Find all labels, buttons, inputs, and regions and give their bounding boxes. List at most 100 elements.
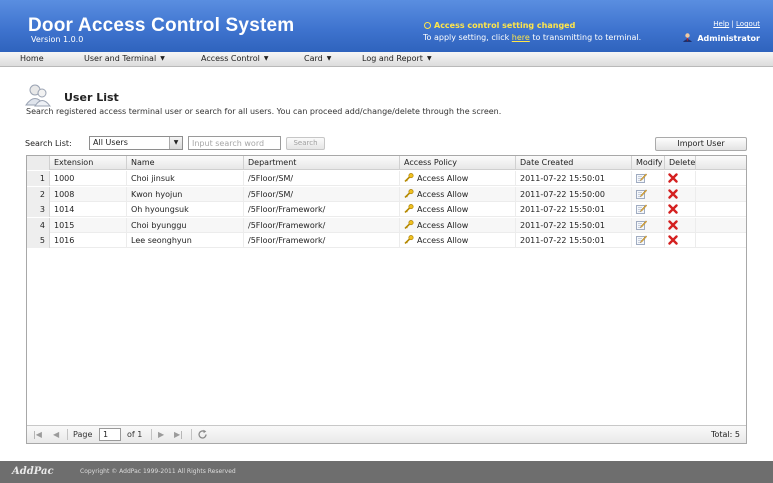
apply-here-link[interactable]: here [512,33,530,42]
page-label: Page [73,430,93,439]
delete-x-icon[interactable] [668,188,678,199]
cell-access-policy-text: Access Allow [417,189,469,199]
cell-access-policy: Access Allow [400,186,516,202]
header-delete: Delete [665,156,696,170]
footer-copyright: Copyright © AddPac 1999-2011 All Rights … [80,468,236,475]
cell-name: Lee seonghyun [127,233,244,248]
menu-card-label: Card [304,54,323,63]
cell-extension-text: 1000 [54,174,75,183]
table-row[interactable]: 5 1016 Lee seonghyun/5Floor/Framework/Acce… [27,233,746,248]
cell-department: /5Floor/SM/ [244,171,400,186]
cell-extension-text: 1015 [54,220,75,230]
menu-card[interactable]: Card ▼ [304,54,331,63]
prev-page-icon[interactable]: ◀ [53,430,59,439]
row-number: 5 [27,233,50,248]
first-page-icon[interactable]: |◀ [33,430,42,439]
search-button[interactable]: Search [286,137,325,150]
edit-icon[interactable] [636,235,647,245]
header-extension[interactable]: Extension [50,156,127,170]
row-number: 1 [27,171,50,186]
header-department[interactable]: Department [244,156,400,170]
menu-user-and-terminal[interactable]: User and Terminal ▼ [84,54,165,63]
pager-separator [191,429,192,440]
cell-extension: 1015 [50,217,127,233]
row-number-text: 5 [39,236,45,245]
help-link[interactable]: Help [713,20,729,28]
current-user-name: Administrator [697,34,760,43]
cell-date-created: 2011-07-22 15:50:01 [516,171,632,186]
cell-extension: 1016 [50,233,127,248]
cell-delete [665,186,696,202]
cell-extension-text: 1014 [54,205,75,214]
chevron-down-icon: ▼ [426,55,432,62]
table-row[interactable]: 4 1015 Choi byunggu/5Floor/Framework/Acces… [27,217,746,233]
page-number-input[interactable]: 1 [99,428,121,441]
cell-date-created-text: 2011-07-22 15:50:00 [520,189,605,199]
page-title: User List [64,91,119,104]
pagination-bar: |◀ ◀ Page 1 of 1 ▶ ▶| Total: 5 [27,425,746,443]
chevron-down-icon[interactable]: ▼ [169,137,182,149]
row-number-text: 3 [39,205,45,214]
key-icon [404,188,417,199]
cell-modify [632,202,665,217]
search-list-label: Search List: [25,139,72,148]
key-icon [404,219,417,230]
cell-date-created-text: 2011-07-22 15:50:01 [520,174,605,183]
menu-log-and-report[interactable]: Log and Report ▼ [362,54,432,63]
cell-extension-text: 1016 [54,236,75,245]
cell-date-created-text: 2011-07-22 15:50:01 [520,236,605,245]
refresh-icon[interactable] [197,429,208,440]
edit-icon[interactable] [636,220,647,230]
key-icon [404,173,417,183]
row-number-text: 2 [39,189,45,199]
cell-date-created: 2011-07-22 15:50:01 [516,233,632,248]
page-of-label: of 1 [127,430,143,439]
table-row[interactable]: 1 1000 Choi jinsuk/5Floor/SM/Access Allow 2… [27,171,746,186]
header-name[interactable]: Name [127,156,244,170]
notice-title: Access control setting changed [424,21,575,30]
cell-extension: 1014 [50,202,127,217]
last-page-icon[interactable]: ▶| [174,430,183,439]
next-page-icon[interactable]: ▶ [158,430,164,439]
delete-x-icon[interactable] [668,204,678,214]
header-date-created[interactable]: Date Created [516,156,632,170]
menu-home[interactable]: Home [20,54,44,63]
cell-modify [632,171,665,186]
table-row[interactable]: 2 1008 Kwon hyojun/5Floor/SM/Access Allow 2… [27,186,746,202]
search-input[interactable] [188,136,281,150]
cell-name-text: Oh hyoungsuk [131,205,189,214]
edit-icon[interactable] [636,189,647,199]
logout-link[interactable]: Logout [736,20,760,28]
cell-access-policy-text: Access Allow [417,174,469,183]
cell-delete [665,217,696,233]
pager-separator [151,429,152,440]
cell-access-policy-text: Access Allow [417,236,469,245]
menu-user-and-terminal-label: User and Terminal [84,54,157,63]
search-list-select[interactable]: All Users ▼ [89,136,183,150]
top-links: Help | Logout [713,20,760,28]
cell-date-created: 2011-07-22 15:50:01 [516,202,632,217]
delete-x-icon[interactable] [668,219,678,230]
header-access-policy[interactable]: Access Policy [400,156,516,170]
menu-access-control[interactable]: Access Control ▼ [201,54,268,63]
table-row[interactable]: 3 1014 Oh hyoungsuk/5Floor/Framework/Acces… [27,202,746,217]
cell-date-created-text: 2011-07-22 15:50:01 [520,220,605,230]
current-user: Administrator [682,33,760,43]
cell-department-text: /5Floor/SM/ [248,189,294,199]
edit-icon[interactable] [636,204,647,214]
cell-access-policy: Access Allow [400,171,516,186]
key-icon [404,235,417,245]
page-description: Search registered access terminal user o… [26,107,502,116]
row-number-text: 1 [39,174,45,183]
import-user-button[interactable]: Import User [655,137,747,151]
cell-modify [632,186,665,202]
chevron-down-icon: ▼ [326,55,332,62]
delete-x-icon[interactable] [668,235,678,245]
search-list-selected: All Users [93,138,128,147]
edit-icon[interactable] [636,173,647,183]
table-header: Extension Name Department Access Policy … [27,156,746,170]
cell-name-text: Kwon hyojun [131,189,183,199]
notice-pre: To apply setting, click [423,33,512,42]
delete-x-icon[interactable] [668,173,678,183]
cell-department: /5Floor/Framework/ [244,233,400,248]
